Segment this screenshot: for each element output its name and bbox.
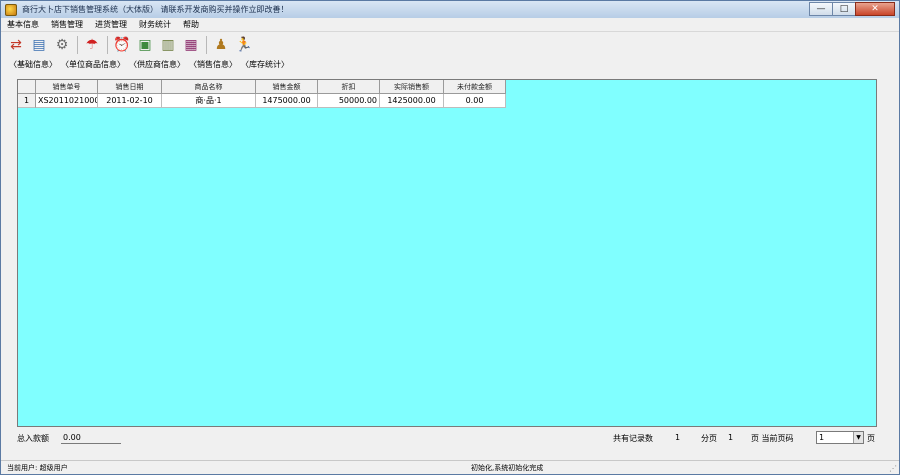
records-label: 共有记录数 — [613, 434, 653, 443]
title-bar[interactable]: 商行大卜店下销售管理系统（大体版） 请联系开发商购买并操作立即改善！ — □ ✕ — [1, 1, 899, 18]
column-header[interactable]: 实际销售额 — [380, 80, 444, 94]
current-page-value: 1 — [819, 433, 825, 442]
column-header[interactable]: 折扣 — [318, 80, 380, 94]
total-field[interactable]: 0.00 — [61, 431, 121, 444]
tab-supplier[interactable]: 〈供应商信息〉 — [127, 59, 187, 70]
current-page-label: 页 当前页码 — [751, 434, 794, 443]
records-value: 1 — [675, 433, 681, 442]
menu-sales[interactable]: 销售管理 — [45, 18, 89, 32]
folder-icon[interactable]: ▤ — [28, 34, 50, 56]
app-window: 商行大卜店下销售管理系统（大体版） 请联系开发商购买并操作立即改善！ — □ ✕… — [0, 0, 900, 475]
table-row[interactable]: 1 XS20110210001 2011-02-10 商·品·1 1475000… — [18, 94, 506, 108]
column-header[interactable]: 销售单号 — [36, 80, 98, 94]
page-suffix: 页 — [867, 434, 875, 443]
total-label: 总入款额 — [17, 434, 49, 443]
picture-icon[interactable]: ▣ — [134, 34, 156, 56]
umbrella-icon[interactable]: ☂ — [81, 34, 103, 56]
exchange-icon[interactable]: ⇄ — [5, 34, 27, 56]
tab-strip: 〈基础信息〉 〈单位商品信息〉 〈供应商信息〉 〈销售信息〉 〈库存统计〉 — [7, 58, 291, 70]
exit-runner-icon[interactable]: 🏃 — [233, 34, 255, 56]
menu-help[interactable]: 帮助 — [177, 18, 205, 32]
tab-basic-info[interactable]: 〈基础信息〉 — [7, 59, 59, 70]
users-icon[interactable]: ♟ — [210, 34, 232, 56]
menu-purchase[interactable]: 进货管理 — [89, 18, 133, 32]
table-cell[interactable]: 1475000.00 — [256, 94, 318, 108]
sales-table[interactable]: 销售单号 销售日期 商品名称 销售金额 折扣 实际销售额 未付款金额 1 XS2… — [17, 79, 877, 427]
maximize-button[interactable]: □ — [832, 2, 856, 16]
toolbar-separator — [107, 36, 108, 54]
minimize-button[interactable]: — — [809, 2, 833, 16]
table-cell[interactable]: 2011-02-10 — [98, 94, 162, 108]
book-icon[interactable]: ▥ — [157, 34, 179, 56]
status-message: 初始化,系统初始化完成 — [471, 463, 544, 472]
tab-inventory[interactable]: 〈库存统计〉 — [239, 59, 291, 70]
pages-label: 分页 — [701, 434, 717, 443]
window-title: 商行大卜店下销售管理系统（大体版） 请联系开发商购买并操作立即改善！ — [22, 5, 289, 14]
status-user: 当前用户: 超级用户 — [7, 463, 68, 472]
tab-unit-goods[interactable]: 〈单位商品信息〉 — [59, 59, 127, 70]
books-icon[interactable]: ▦ — [180, 34, 202, 56]
menu-finance[interactable]: 财务统计 — [133, 18, 177, 32]
toolbar-separator — [77, 36, 78, 54]
close-button[interactable]: ✕ — [855, 2, 895, 16]
pages-value: 1 — [728, 433, 734, 442]
toolbar: ⇄ ▤ ⚙ ☂ ⏰ ▣ ▥ ▦ ♟ 🏃 — [1, 33, 899, 57]
table-header: 销售单号 销售日期 商品名称 销售金额 折扣 实际销售额 未付款金额 — [18, 80, 506, 94]
column-header[interactable]: 商品名称 — [162, 80, 256, 94]
table-cell[interactable]: 0.00 — [444, 94, 506, 108]
row-number: 1 — [18, 94, 36, 108]
table-cell[interactable]: 50000.00 — [318, 94, 380, 108]
table-cell[interactable]: XS20110210001 — [36, 94, 98, 108]
tab-sales[interactable]: 〈销售信息〉 — [187, 59, 239, 70]
alarm-clock-icon[interactable]: ⏰ — [111, 34, 133, 56]
table-cell[interactable]: 商·品·1 — [162, 94, 256, 108]
status-bar: 当前用户: 超级用户 初始化,系统初始化完成 ⋰ — [1, 460, 899, 474]
table-cell[interactable]: 1425000.00 — [380, 94, 444, 108]
column-header[interactable]: 销售日期 — [98, 80, 162, 94]
menu-bar: 基本信息 销售管理 进货管理 财务统计 帮助 — [1, 18, 899, 32]
current-page-select[interactable]: 1 ▼ — [816, 431, 864, 444]
toolbar-separator — [206, 36, 207, 54]
resize-grip-icon[interactable]: ⋰ — [889, 464, 897, 473]
menu-basic-info[interactable]: 基本信息 — [1, 18, 45, 32]
chevron-down-icon[interactable]: ▼ — [853, 432, 863, 443]
app-icon — [5, 3, 17, 16]
column-header[interactable]: 销售金额 — [256, 80, 318, 94]
tools-icon[interactable]: ⚙ — [51, 34, 73, 56]
column-header[interactable]: 未付款金额 — [444, 80, 506, 94]
footer-bar: 总入款额 0.00 共有记录数 1 分页 1 页 当前页码 1 ▼ 页 — [1, 429, 899, 447]
window-controls: — □ ✕ — [809, 2, 895, 16]
header-corner — [18, 80, 36, 94]
